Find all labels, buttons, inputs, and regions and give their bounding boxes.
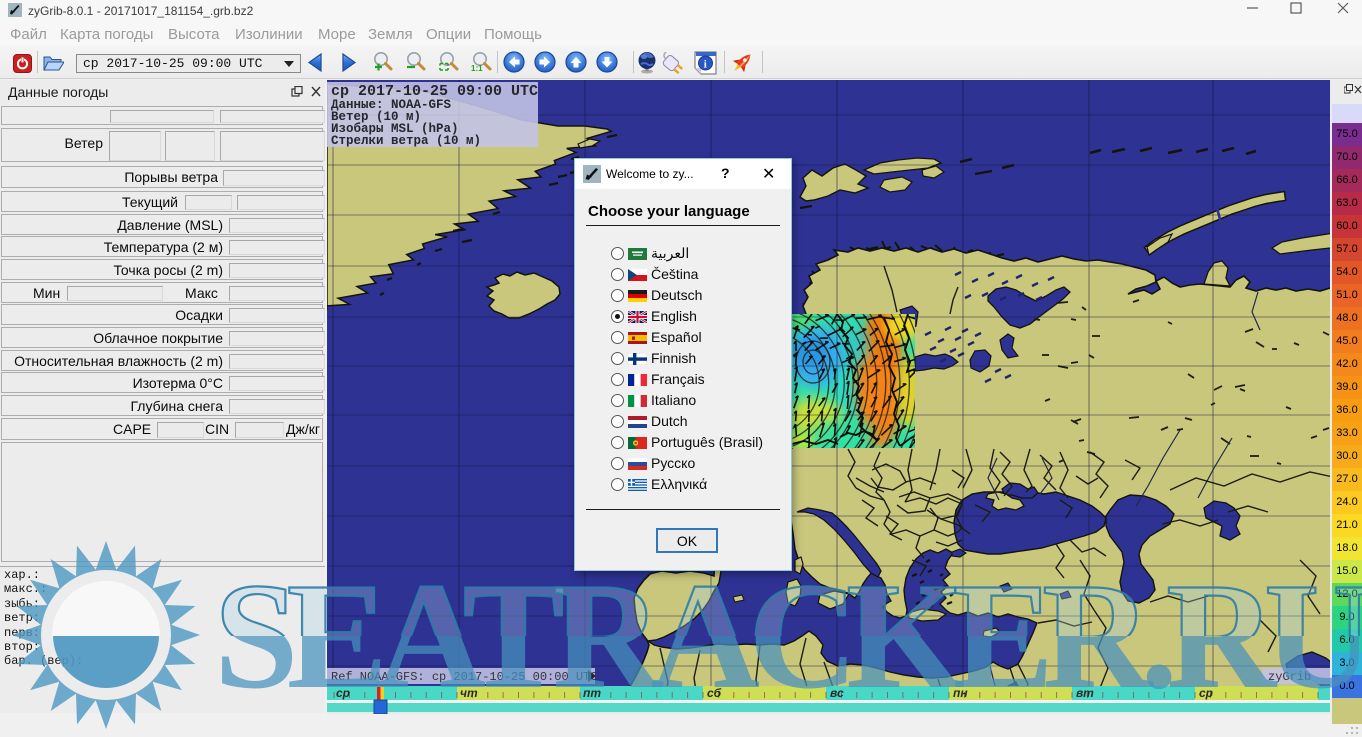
svg-text:ср: ср <box>336 686 350 700</box>
svg-text:пн: пн <box>953 686 968 700</box>
svg-text:вт: вт <box>1076 686 1094 700</box>
svg-text:Стрелки ветра (10 м): Стрелки ветра (10 м) <box>331 134 481 148</box>
svg-text:чт: чт <box>460 686 478 700</box>
svg-text:i: i <box>704 59 707 71</box>
svg-text:Ref NOAA-GFS: ср 2017-10-25 00: Ref NOAA-GFS: ср 2017-10-25 00:00 UTC <box>331 670 597 684</box>
svg-text:zyGrib: zyGrib <box>1268 670 1311 684</box>
svg-text:ср: ср <box>1199 686 1213 700</box>
svg-text:1:1: 1:1 <box>471 64 483 73</box>
svg-text:сб: сб <box>707 686 722 700</box>
svg-text:пт: пт <box>583 686 601 700</box>
svg-text:вс: вс <box>830 686 844 700</box>
